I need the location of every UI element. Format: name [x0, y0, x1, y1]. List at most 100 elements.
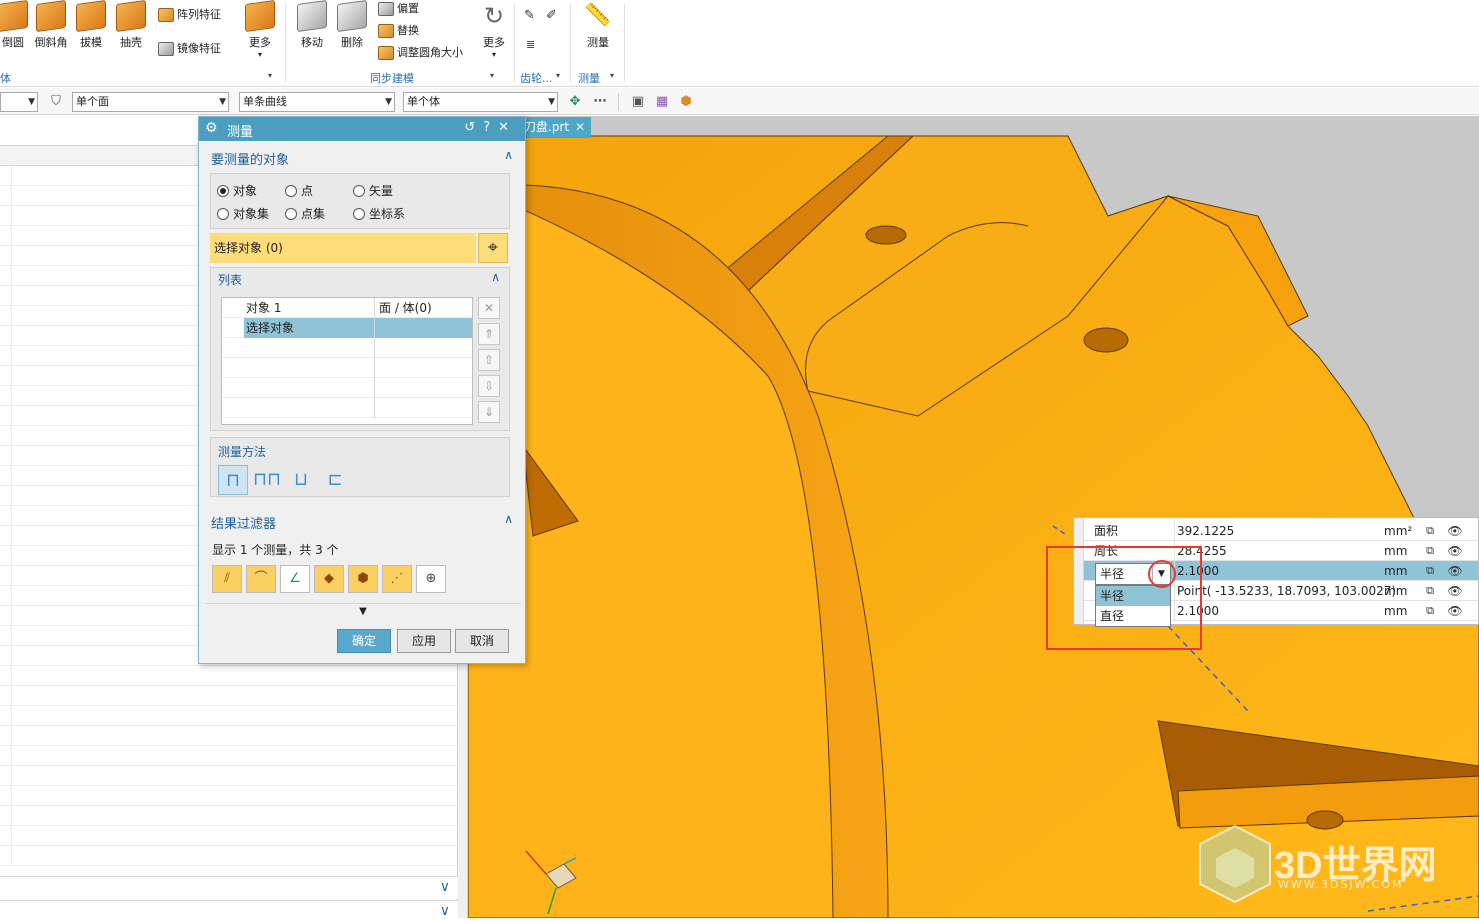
filter-points-icon[interactable]: ⋰ — [382, 565, 412, 593]
method-obj-icon[interactable]: ⊔ — [286, 465, 316, 495]
group-label-body: 体 — [0, 72, 11, 85]
expand-more-icon[interactable]: ▼ — [205, 603, 521, 621]
dialog-title-bar[interactable]: ⚙ 测量 ↺?✕ — [199, 117, 525, 141]
table-row[interactable]: 对象 1 面 / 体(0) — [222, 298, 472, 318]
section-list-header[interactable]: 列表 ∧ — [212, 267, 508, 291]
move-up-icon[interactable]: ⇧ — [478, 349, 500, 371]
navigator-row[interactable] — [0, 686, 457, 706]
navigator-dependents-panel[interactable]: ∨ — [0, 876, 458, 898]
navigator-details-panel[interactable]: ∨ — [0, 900, 458, 922]
chevron-up-icon: ∧ — [504, 148, 513, 162]
radio-csys[interactable]: 坐标系 — [353, 205, 405, 222]
navigator-row[interactable] — [0, 806, 457, 826]
resize-blend-button[interactable]: 调整圆角大小 — [378, 44, 463, 60]
navigator-row[interactable] — [0, 746, 457, 766]
curve-rule-combo[interactable]: 单条曲线 ▼ — [239, 92, 395, 112]
navigator-row[interactable] — [0, 706, 457, 726]
more-feature-button[interactable]: 更多 ▾ — [244, 0, 276, 59]
navigator-row[interactable] — [0, 786, 457, 806]
method-proj-icon[interactable]: ⊏ — [320, 465, 350, 495]
show-hide-icon[interactable]: ▣ — [630, 94, 646, 110]
edge-blend-button[interactable]: 倒圆 — [0, 0, 28, 50]
radio-vector[interactable]: 矢量 — [353, 182, 393, 199]
body-rule-combo[interactable]: 单个体 ▼ — [403, 92, 558, 112]
tab-document[interactable]: 刀盘.prt ✕ — [518, 117, 592, 138]
radio-object-set[interactable]: 对象集 — [217, 205, 269, 222]
draft-button[interactable]: 拔模 — [76, 0, 106, 50]
copy-icon[interactable]: ⧉ — [1422, 523, 1438, 539]
crosshair-icon[interactable]: ⌖ — [478, 233, 508, 263]
radio-dot — [285, 185, 297, 197]
radio-dot — [353, 208, 365, 220]
navigator-row[interactable] — [0, 666, 457, 686]
render-style-icon[interactable]: ⬢ — [678, 94, 694, 110]
group-gear-menu-icon[interactable]: ▾ — [556, 71, 560, 80]
move-face-button[interactable]: 移动 — [296, 0, 328, 50]
measure-button[interactable]: 📏 测量 — [580, 2, 616, 50]
show-eye-icon[interactable]: 👁 — [1446, 603, 1464, 619]
navigator-row[interactable] — [0, 826, 457, 846]
table-row[interactable]: 选择对象 — [222, 318, 472, 338]
shell-button[interactable]: 抽壳 — [114, 0, 148, 50]
reset-icon[interactable]: ↺ — [464, 120, 483, 135]
ok-button[interactable]: 确定 — [337, 629, 391, 653]
replace-icon — [378, 24, 394, 38]
group-body-menu-icon[interactable]: ▾ — [268, 71, 272, 80]
filter-arc-icon[interactable]: ⌒ — [246, 565, 276, 593]
copy-icon[interactable]: ⧉ — [1422, 543, 1438, 559]
help-icon[interactable]: ? — [483, 120, 498, 135]
filter-distance-icon[interactable]: ⫽ — [212, 565, 242, 593]
gear-tool-icon[interactable]: ✎ — [524, 8, 535, 23]
move-down-icon[interactable]: ⇩ — [478, 375, 500, 397]
result-row-area[interactable]: 面积 392.1225 mm² ⧉ 👁 — [1084, 521, 1478, 541]
filter-angle-icon[interactable]: ∠ — [280, 565, 310, 593]
gear-table-icon[interactable]: ≣ — [526, 38, 535, 51]
select-object-row[interactable]: 选择对象 (0) — [210, 233, 476, 263]
filter-area-icon[interactable]: ◆ — [314, 565, 344, 593]
chamfer-button[interactable]: 倒斜角 — [33, 0, 69, 50]
copy-icon[interactable]: ⧉ — [1422, 583, 1438, 599]
face-rule-combo[interactable]: 单个面 ▼ — [72, 92, 229, 112]
show-eye-icon[interactable]: 👁 — [1446, 523, 1464, 539]
remove-icon[interactable]: ✕ — [478, 297, 500, 319]
section-objects-header[interactable]: 要测量的对象 ∧ — [205, 145, 521, 169]
navigator-row[interactable] — [0, 726, 457, 746]
radio-object[interactable]: 对象 — [217, 182, 257, 199]
more-sync-button[interactable]: ↻ 更多 ▾ — [478, 2, 510, 59]
group-sync-menu-icon[interactable]: ▾ — [490, 71, 494, 80]
method-free-icon[interactable]: ⊓ — [218, 465, 248, 495]
radio-point-set[interactable]: 点集 — [285, 205, 325, 222]
show-eye-icon[interactable]: 👁 — [1446, 563, 1464, 579]
method-xyz-icon[interactable]: ⊓⊓ — [252, 465, 282, 495]
navigator-row[interactable] — [0, 766, 457, 786]
cancel-button[interactable]: 取消 — [455, 629, 509, 653]
radio-point[interactable]: 点 — [285, 182, 313, 199]
navigator-row[interactable] — [0, 846, 457, 866]
show-eye-icon[interactable]: 👁 — [1446, 583, 1464, 599]
more-options-icon[interactable]: ⋯ — [592, 94, 608, 110]
apply-button[interactable]: 应用 — [397, 629, 451, 653]
offset-region-button[interactable]: 偏置 — [378, 0, 419, 16]
close-icon[interactable]: ✕ — [575, 120, 585, 134]
copy-icon[interactable]: ⧉ — [1422, 603, 1438, 619]
gear-tool-2-icon[interactable]: ✐ — [546, 8, 557, 23]
pattern-feature-button[interactable]: 阵列特征 — [158, 6, 221, 22]
gear-icon[interactable]: ⚙ — [205, 120, 218, 136]
filter-add-icon[interactable]: ⊕ — [416, 565, 446, 593]
move-bottom-icon[interactable]: ⇓ — [478, 401, 500, 423]
snap-point-icon[interactable]: ✥ — [567, 94, 583, 110]
show-eye-icon[interactable]: 👁 — [1446, 543, 1464, 559]
view-box-icon[interactable]: ▦ — [654, 94, 670, 110]
delete-face-button[interactable]: 删除 — [336, 0, 368, 50]
move-top-icon[interactable]: ⇑ — [478, 323, 500, 345]
replace-face-button[interactable]: 替换 — [378, 22, 419, 38]
close-icon[interactable]: ✕ — [498, 120, 517, 135]
copy-icon[interactable]: ⧉ — [1422, 563, 1438, 579]
mirror-feature-button[interactable]: 镜像特征 — [158, 40, 221, 56]
chevron-down-icon: ∨ — [439, 903, 450, 919]
filter-icon[interactable]: ⛉ — [48, 94, 64, 110]
section-filter-header[interactable]: 结果过滤器 ∧ — [205, 509, 521, 533]
type-filter-combo[interactable]: ▼ — [0, 92, 38, 112]
filter-volume-icon[interactable]: ⬢ — [348, 565, 378, 593]
group-measure-menu-icon[interactable]: ▾ — [610, 71, 614, 80]
